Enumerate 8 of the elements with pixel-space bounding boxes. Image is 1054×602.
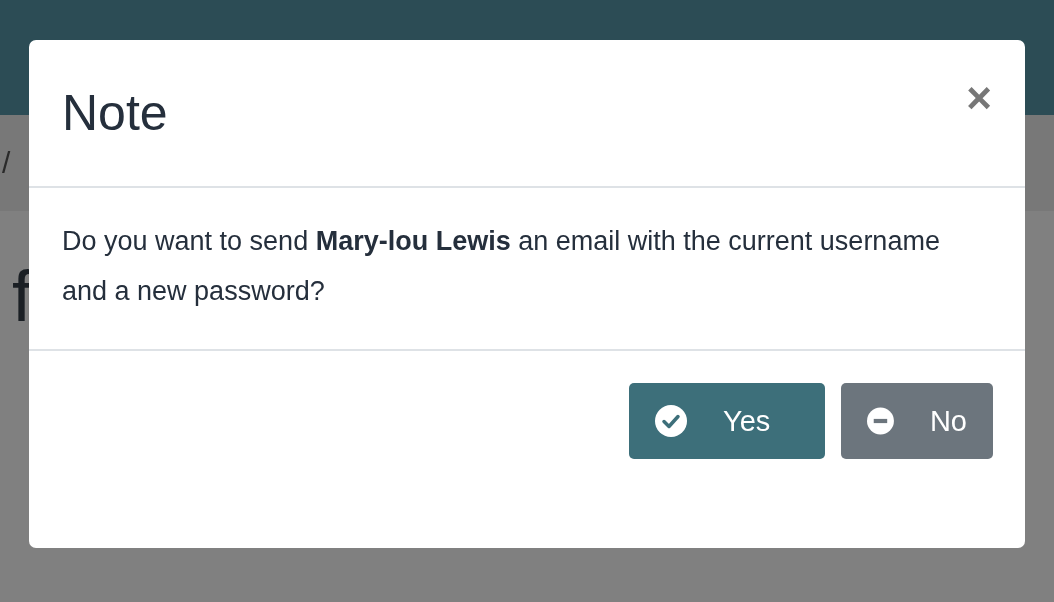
dialog-message: Do you want to send Mary-lou Lewis an email with the current username and a new password?: [62, 225, 941, 308]
no-button[interactable]: No: [841, 383, 993, 459]
breadcrumb-separator: /: [2, 146, 11, 180]
close-button[interactable]: ×: [966, 76, 992, 120]
yes-button[interactable]: Yes: [629, 383, 825, 459]
minus-circle-icon: [867, 405, 894, 437]
dialog-title: Note: [62, 84, 168, 142]
check-circle-icon: [655, 405, 687, 437]
